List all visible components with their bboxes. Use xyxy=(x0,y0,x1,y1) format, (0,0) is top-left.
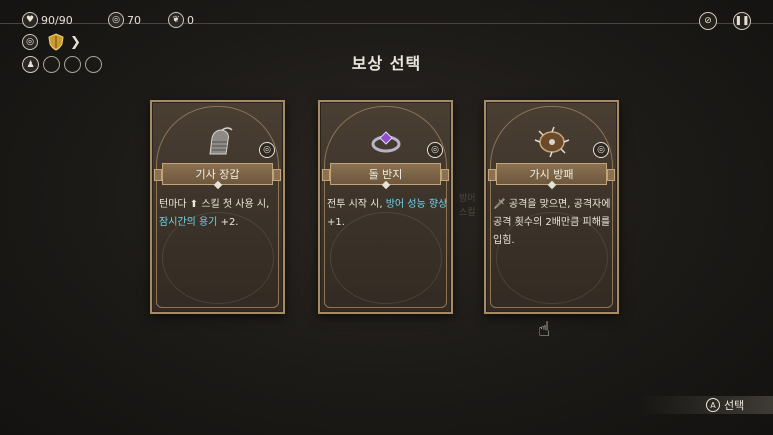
keyword-courage: 잠시간의 용기 xyxy=(159,217,218,228)
card-description: 🗡 공격을 맞으면, 공격자에 공격 횟수의 2배만큼 피해를 입힘. xyxy=(493,199,611,246)
compass-icon: ⊘ xyxy=(704,16,712,26)
a-button-icon: A xyxy=(706,398,720,412)
gauntlet-icon xyxy=(209,127,233,155)
swirl-relic-icon[interactable]: ◎ xyxy=(22,34,38,50)
reward-card-knight-gloves[interactable]: ◎ 기사 장갑 턴마다 ⬆ 스킬 첫 사용 시, 잠시간의 용기 +2. xyxy=(150,100,285,314)
ring-icon xyxy=(371,131,401,153)
card-description: 전투 시작 시, 방어 성능 향상 +1. xyxy=(327,199,448,228)
page-title: 보상 선택 xyxy=(351,54,422,73)
relic-row: ◎ ❯ xyxy=(22,33,81,51)
leaf-value: 0 xyxy=(187,13,194,27)
health-value: 90/90 xyxy=(41,13,73,27)
reward-card-thorn-shield[interactable]: ◎ 가시 방패 🗡 공격을 맞으면, 공격자에 공격 횟수의 2배만큼 피해를 … xyxy=(484,100,619,314)
swirl-emblem-icon: ◎ xyxy=(259,142,275,158)
keyword-defense: 방어 성능 향상 xyxy=(385,199,448,210)
reward-card-stone-ring[interactable]: ◎ 돌 반지 전투 시작 시, 방어 성능 향상 +1. xyxy=(318,100,453,314)
spiked-shield-icon xyxy=(534,126,570,158)
shield-relic-icon[interactable] xyxy=(47,33,65,51)
select-prompt[interactable]: A 선택 xyxy=(706,397,744,413)
leaf-icon: ❦ xyxy=(168,12,184,28)
pause-icon: ❚❚ xyxy=(734,16,750,26)
pause-button[interactable]: ❚❚ xyxy=(733,12,751,30)
card-description: 턴마다 ⬆ 스킬 첫 사용 시, 잠시간의 용기 +2. xyxy=(159,199,270,228)
swirl-emblem-icon: ◎ xyxy=(593,142,609,158)
background-text: 방어 스킬 xyxy=(459,194,476,218)
heart-icon: ♥ xyxy=(22,12,38,28)
arrow-up-icon: ⬆ xyxy=(189,199,199,210)
coin-stat: ◎ 70 xyxy=(108,11,141,29)
health-stat: ♥ 90/90 xyxy=(22,11,73,29)
coin-icon: ◎ xyxy=(108,12,124,28)
chevron-right-icon[interactable]: ❯ xyxy=(70,35,81,50)
sword-icon: 🗡 xyxy=(493,199,506,210)
hand-cursor-icon: ☝ xyxy=(538,317,551,341)
coin-value: 70 xyxy=(127,13,141,27)
map-button[interactable]: ⊘ xyxy=(699,12,717,30)
leaf-stat: ❦ 0 xyxy=(168,11,194,29)
select-label: 선택 xyxy=(724,399,745,412)
swirl-emblem-icon: ◎ xyxy=(427,142,443,158)
